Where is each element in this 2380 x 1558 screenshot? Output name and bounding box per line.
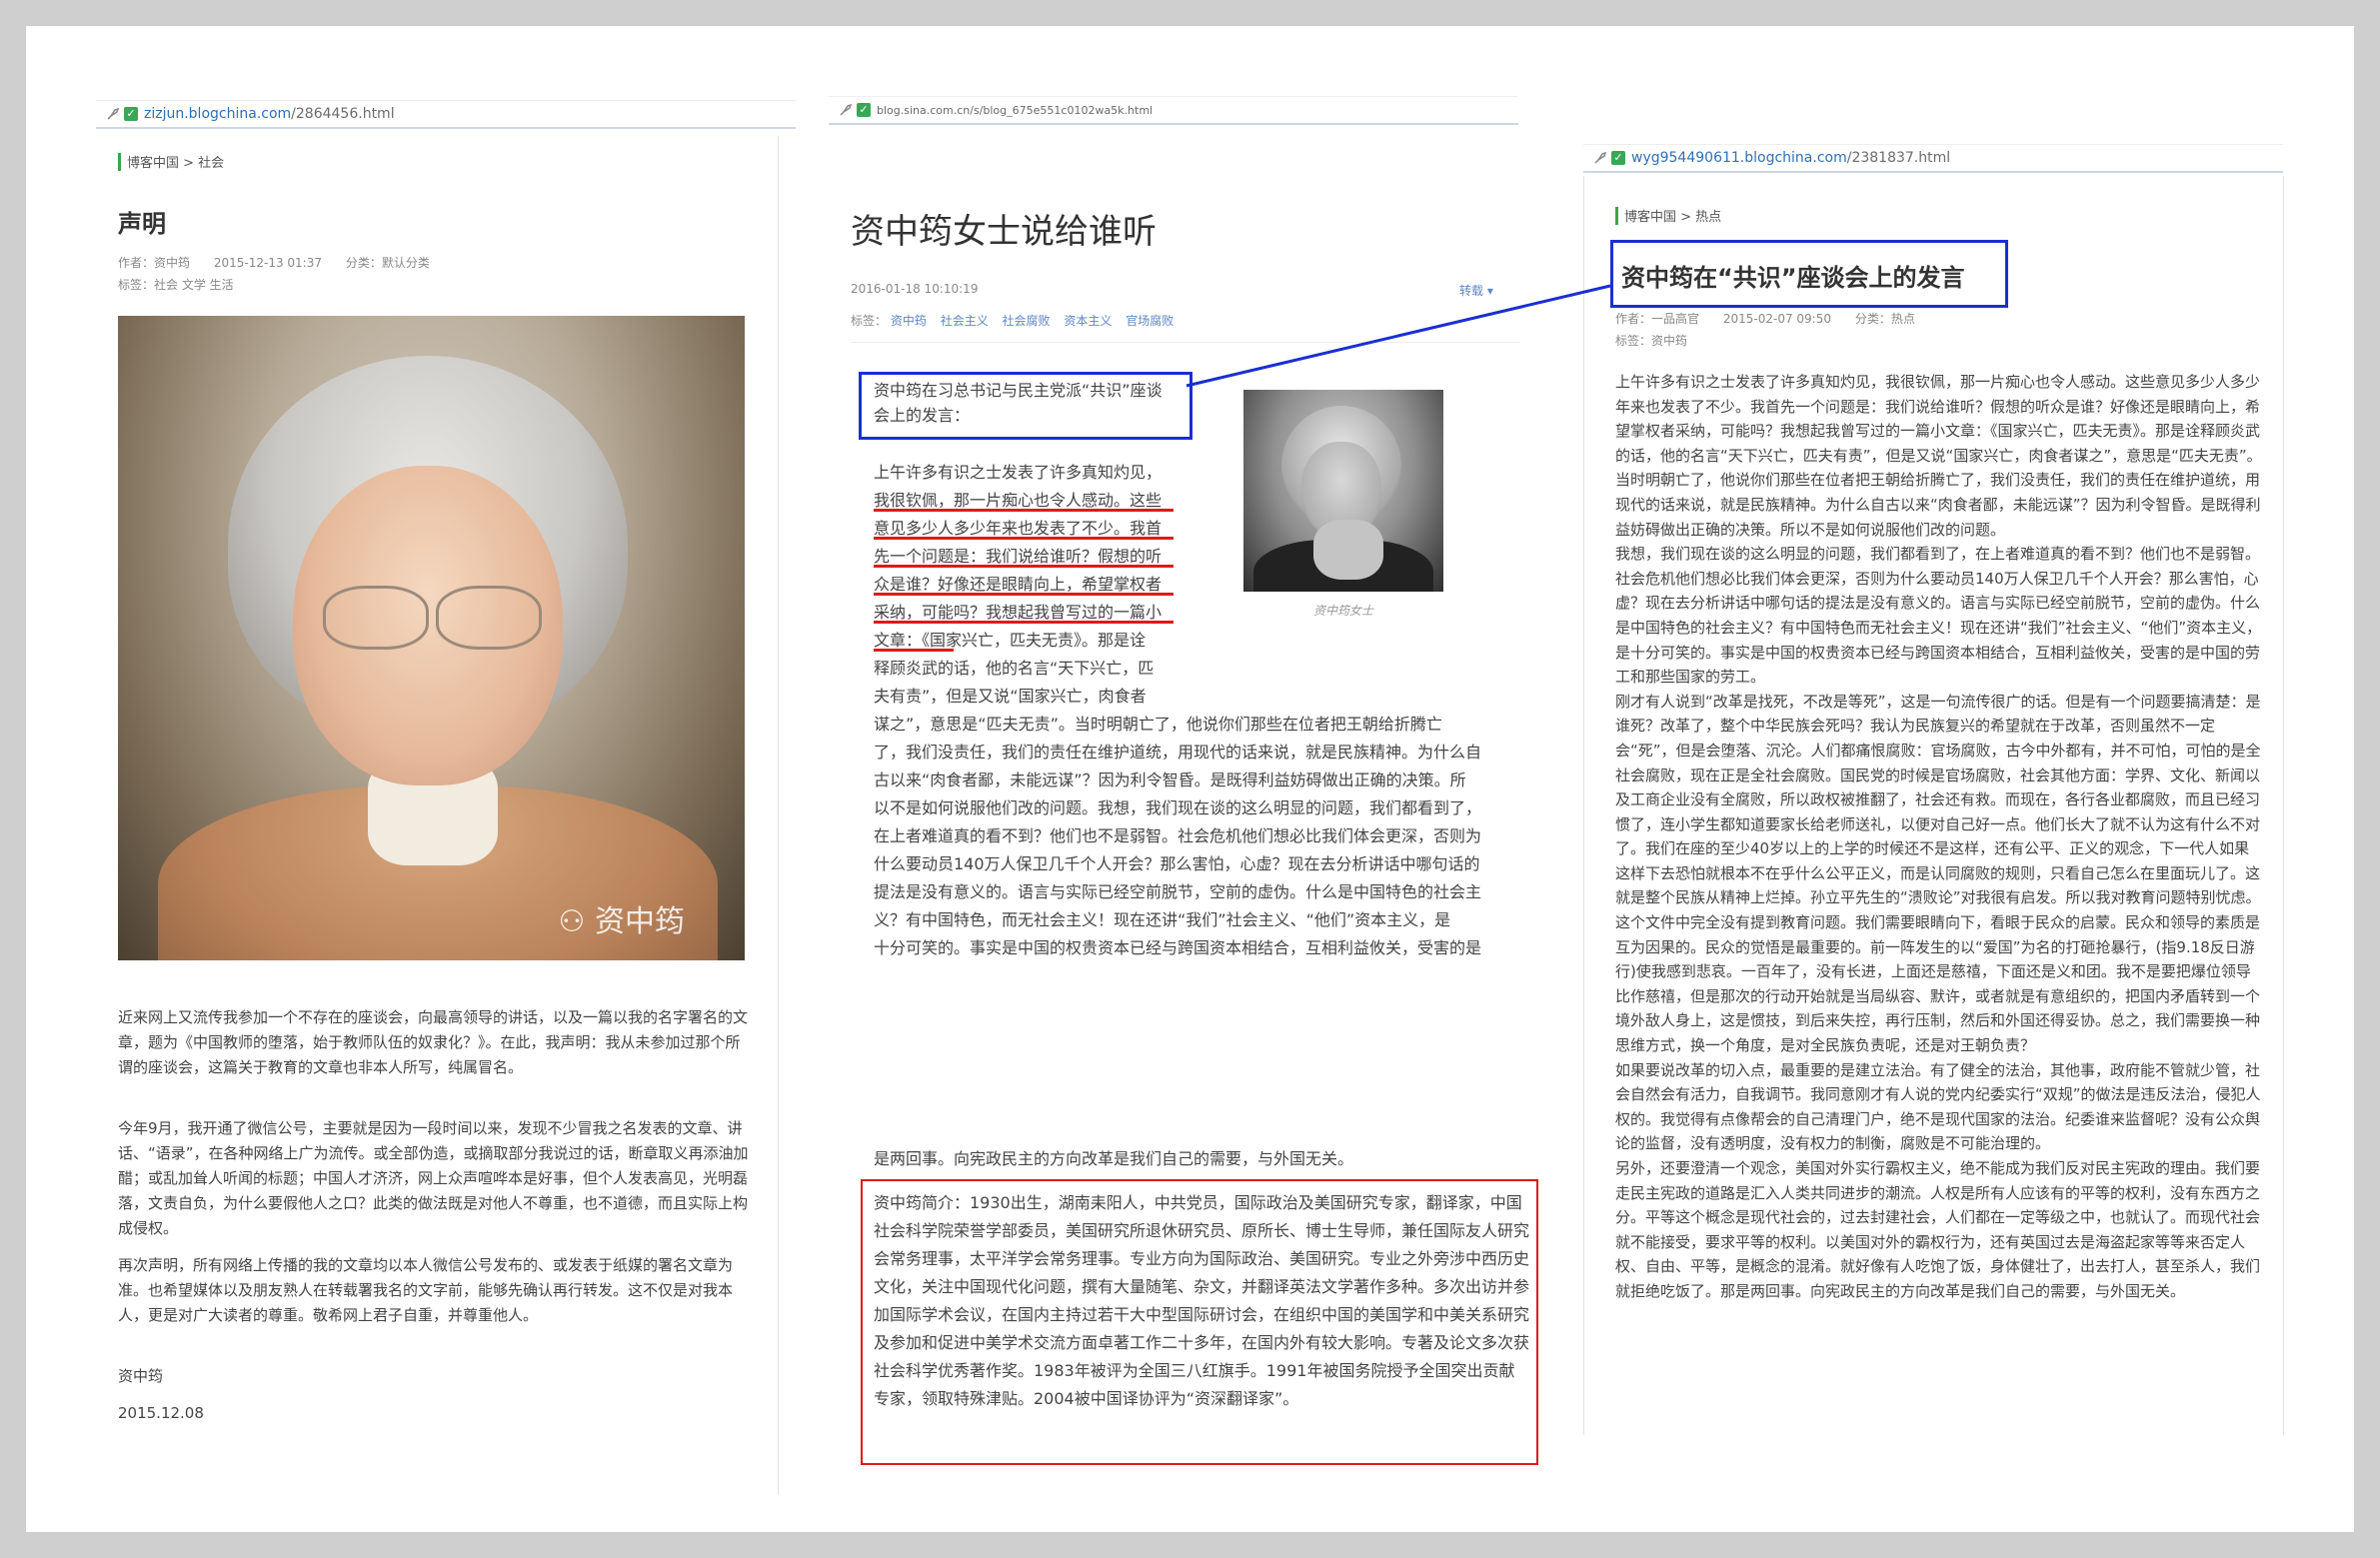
- text-line: 释顾炎武的话，他的名言“天下兴亡，匹: [874, 659, 1155, 678]
- panel2-tail-text: 是两回事。向宪政民主的方向改革是我们自己的需要，与外国无关。: [874, 1145, 1533, 1173]
- panel3-breadcrumb-text: 博客中国 > 热点: [1624, 210, 1722, 225]
- wechat-icon: ⚇: [558, 904, 586, 939]
- panel3-breadcrumb[interactable]: 博客中国 > 热点: [1615, 206, 1721, 225]
- panel3-meta: 作者：一品高官 2015-02-07 09:50 分类：热点: [1615, 310, 1935, 327]
- title-highlight-box: [1610, 240, 2008, 308]
- photo-caption: 资中筠女士: [1312, 604, 1373, 618]
- panel2-url-bar[interactable]: ✓ blog.sina.com.cn/s/blog_675e551c0102wa…: [829, 96, 1518, 125]
- panel1-paragraph: 再次声明，所有网络上传播的我的文章均以本人微信公号发布的、或发表于纸媒的署名文章…: [118, 1256, 734, 1324]
- portrait-photo: ⚇ 资中筠: [118, 316, 745, 960]
- panel3-paragraph: 刚才有人说到“改革是找死，不改是等死”，这是一句流传很广的话。但是有一个问题要搞…: [1615, 692, 2261, 1055]
- secure-check-icon: ✓: [857, 103, 871, 117]
- panel1-signature: 资中筠: [118, 1367, 164, 1385]
- panel3-body: 上午许多有识之士发表了许多真知灼见，我很钦佩，那一片痴心也令人感动。这些意见多少…: [1615, 370, 2263, 1304]
- bw-portrait-photo: [1243, 390, 1443, 592]
- text-line: 提法是没有意义的。语言与实际已经空前脱节，空前的虚伪。什么是中国特色的社会主: [874, 882, 1482, 901]
- panel1-breadcrumb-text: 博客中国 > 社会: [127, 156, 225, 171]
- text-line: 上午许多有识之士发表了许多真知灼见，: [874, 463, 1163, 482]
- secure-check-icon: ✓: [124, 107, 138, 121]
- panel3-category: 分类：热点: [1854, 312, 1915, 326]
- collage-sheet: ✓ zizjun.blogchina.com /2864456.html 博客中…: [26, 26, 2354, 1532]
- panel3-right-border: [2283, 176, 2284, 1435]
- panel3-url-path: /2381837.html: [1846, 150, 1951, 166]
- text-line: 了，我们没责任，我们的责任在维护道统，用现代的话来说，就是民族精神。为什么自: [874, 743, 1482, 762]
- panel2-date: 2016-01-18 10:10:19: [851, 282, 979, 296]
- red-underline: [874, 649, 954, 652]
- red-underline: [874, 621, 1174, 624]
- panel1-url-host: zizjun.blogchina.com: [144, 106, 292, 122]
- red-underline: [874, 509, 1174, 512]
- panel2-wide-text: 谋之”，意思是“匹夫无责”。当时明朝亡了，他说你们那些在位者把王朝给折腾亡 了，…: [874, 711, 1533, 962]
- panel1-meta: 作者：资中筠 2015-12-13 01:37 分类：默认分类: [118, 254, 450, 271]
- panel1-author: 作者：资中筠: [118, 256, 191, 270]
- panel1-paragraph: 今年9月，我开通了微信公号，主要就是因为一段时间以来，发现不少冒我之名发表的文章…: [118, 1119, 749, 1237]
- panel1-tags: 标签：社会 文学 生活: [118, 278, 234, 292]
- tag-link[interactable]: 资中筠: [891, 314, 927, 328]
- panel1-title: 声明: [118, 210, 166, 238]
- text-line: 谋之”，意思是“匹夫无责”。当时明朝亡了，他说你们那些在位者把王朝给折腾亡: [874, 715, 1442, 734]
- panel3-paragraph: 我想，我们现在谈的这么明显的问题，我们都看到了，在上者难道真的看不到？他们也不是…: [1615, 545, 2262, 687]
- panel1-signature-date: 2015.12.08: [118, 1404, 204, 1422]
- panel1-body: 近来网上又流传我参加一个不存在的座谈会，向最高领导的讲话，以及一篇以我的名字署名…: [118, 1005, 754, 1438]
- panel2-divider: [851, 342, 1520, 343]
- tag-link[interactable]: 资本主义: [1064, 314, 1112, 328]
- panel1-url-path: /2864456.html: [291, 106, 395, 122]
- panel2-narrow-text: 上午许多有识之士发表了许多真知灼见， 我很钦佩，那一片痴心也令人感动。这些 意见…: [874, 459, 1193, 711]
- breadcrumb-accent: [118, 152, 121, 171]
- red-underline: [874, 565, 1174, 568]
- tag-link[interactable]: 社会主义: [941, 314, 989, 328]
- panel2-url: blog.sina.com.cn/s/blog_675e551c0102wa5k…: [877, 103, 1154, 117]
- text-line: 义？有中国特色，而无社会主义！现在还讲“我们”社会主义、“他们”资本主义，是: [874, 910, 1451, 929]
- reprint-button[interactable]: 转载 ▾: [1459, 282, 1493, 299]
- text-line: 是两回事。向宪政民主的方向改革是我们自己的需要，与外国无关。: [874, 1149, 1354, 1168]
- rocket-icon: [106, 107, 120, 121]
- panel3-date: 2015-02-07 09:50: [1722, 312, 1831, 326]
- text-line: 以不是如何说服他们改的问题。我想，我们现在谈的这么明显的问题，我们都看到了，: [874, 798, 1482, 817]
- tag-link[interactable]: 社会腐败: [1003, 314, 1051, 328]
- panel1-url-bar[interactable]: ✓ zizjun.blogchina.com /2864456.html: [96, 100, 796, 129]
- rocket-icon: [839, 103, 853, 117]
- panel3-tags: 标签：资中筠: [1615, 334, 1688, 348]
- panel3-left-border: [1583, 176, 1584, 1435]
- breadcrumb-accent: [1615, 206, 1618, 225]
- panel3-url-host: wyg954490611.blogchina.com: [1631, 150, 1847, 166]
- text-line: 夫有责”，但是又说“国家兴亡，肉食者: [874, 687, 1147, 706]
- panel3-paragraph: 如果要说改革的切入点，最重要的是建立法治。有了健全的法治，其他事，政府能不管就少…: [1615, 1060, 2261, 1153]
- red-underline: [874, 593, 1174, 596]
- wechat-watermark: ⚇ 资中筠: [558, 904, 685, 939]
- panel1-right-border: [778, 136, 779, 1495]
- text-fade-gap: [856, 955, 1545, 1115]
- rocket-icon: [1593, 151, 1607, 165]
- panel1-paragraph: 近来网上又流传我参加一个不存在的座谈会，向最高领导的讲话，以及一篇以我的名字署名…: [118, 1008, 749, 1076]
- text-line: 在上者难道真的看不到？他们也不是弱智。社会危机他们想必比我们体会更深，否则为: [874, 826, 1482, 845]
- panel3-paragraph: 上午许多有识之士发表了许多真知灼见，我很钦佩，那一片痴心也令人感动。这些意见多少…: [1615, 373, 2262, 539]
- tag-link[interactable]: 官场腐败: [1126, 314, 1174, 328]
- intro-highlight-box: [859, 372, 1192, 440]
- panel2-tags: 标签： 资中筠 社会主义 社会腐败 资本主义 官场腐败: [851, 314, 1175, 328]
- panel2-title: 资中筠女士说给谁听: [851, 212, 1157, 252]
- blue-connector-line: [1186, 284, 1611, 388]
- panel2-bio: 资中筠简介：1930出生，湖南耒阳人，中共党员，国际政治及美国研究专家，翻译家，…: [874, 1193, 1530, 1408]
- red-underline: [874, 537, 1174, 540]
- panel1-category: 分类：默认分类: [345, 256, 430, 270]
- panel1-breadcrumb[interactable]: 博客中国 > 社会: [118, 152, 224, 171]
- text-line: 古以来“肉食者鄙，未能远谋”？因为利令智昏。是既得利益妨碍做出正确的决策。所: [874, 771, 1466, 789]
- panel1-date: 2015-12-13 01:37: [213, 256, 322, 270]
- text-line: 什么要动员140万人保卫几千个人开会？那么害怕，心虚？现在去分析讲话中哪句话的: [874, 854, 1480, 873]
- secure-check-icon: ✓: [1611, 151, 1625, 165]
- panel3-author: 作者：一品高官: [1615, 312, 1700, 326]
- panel3-paragraph: 另外，还要澄清一个观念，美国对外实行霸权主义，绝不能成为我们反对民主宪政的理由。…: [1615, 1159, 2261, 1300]
- panel3-url-bar[interactable]: ✓ wyg954490611.blogchina.com /2381837.ht…: [1583, 144, 2283, 173]
